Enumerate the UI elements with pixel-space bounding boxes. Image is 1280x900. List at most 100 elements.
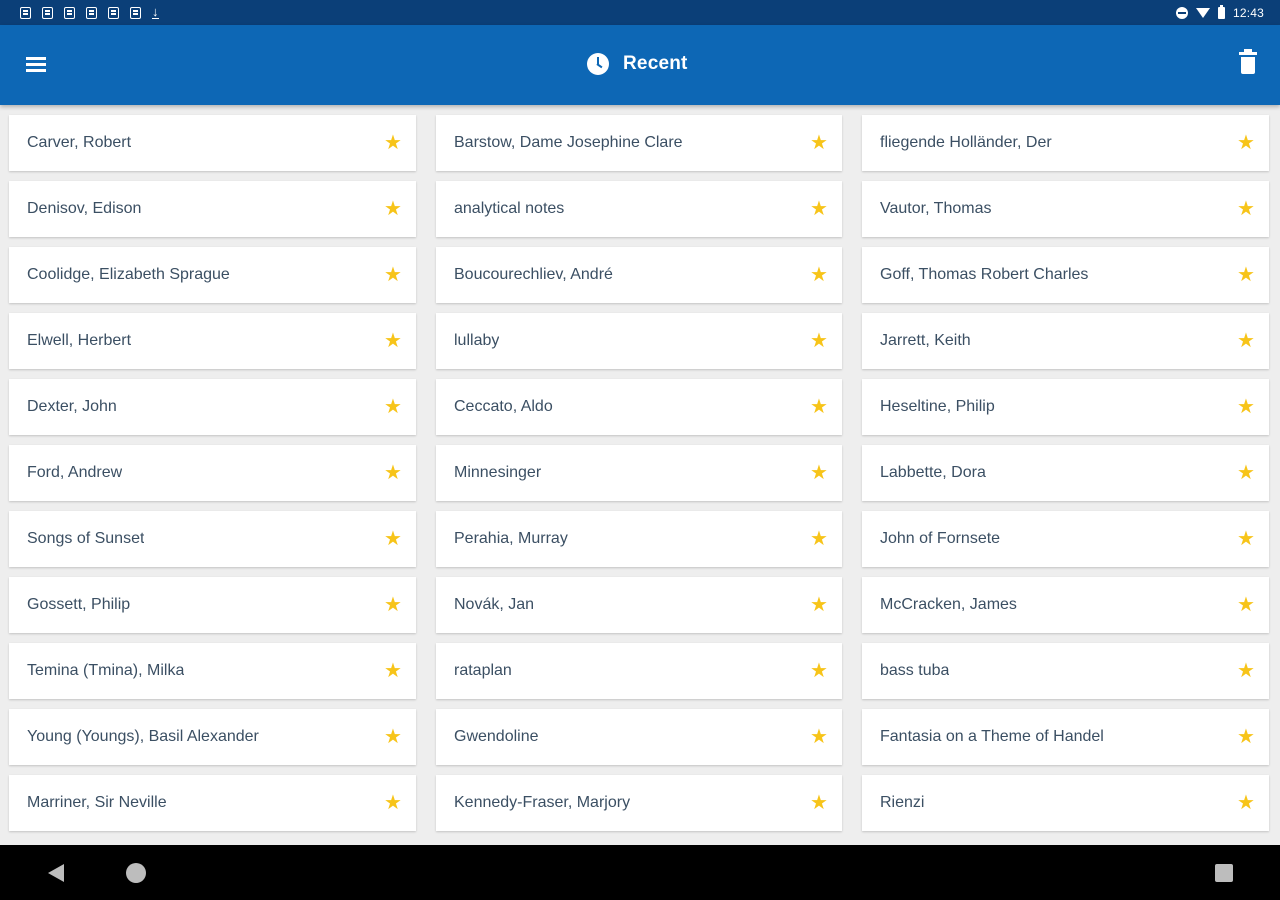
- list-item-label: Ford, Andrew: [27, 464, 123, 481]
- list-item-label: Labbette, Dora: [880, 464, 986, 481]
- favorite-star-icon[interactable]: ★: [1235, 330, 1257, 352]
- back-icon[interactable]: [48, 864, 64, 882]
- list-item[interactable]: Labbette, Dora ★: [862, 445, 1269, 501]
- list-item[interactable]: Fantasia on a Theme of Handel ★: [862, 709, 1269, 765]
- favorite-star-icon[interactable]: ★: [382, 660, 404, 682]
- list-item[interactable]: Vautor, Thomas ★: [862, 181, 1269, 237]
- list-item[interactable]: Gwendoline ★: [436, 709, 842, 765]
- list-item[interactable]: Novák, Jan ★: [436, 577, 842, 633]
- list-item[interactable]: Young (Youngs), Basil Alexander ★: [9, 709, 416, 765]
- favorite-star-icon[interactable]: ★: [1235, 792, 1257, 814]
- list-item-label: Gossett, Philip: [27, 596, 131, 613]
- list-item-label: Marriner, Sir Neville: [27, 794, 167, 811]
- favorite-star-icon[interactable]: ★: [382, 594, 404, 616]
- favorite-star-icon[interactable]: ★: [382, 198, 404, 220]
- list-item-label: lullaby: [454, 332, 500, 349]
- star-icon: ★: [384, 462, 402, 484]
- list-item-label: Novák, Jan: [454, 596, 535, 613]
- list-item[interactable]: Dexter, John ★: [9, 379, 416, 435]
- list-item[interactable]: Songs of Sunset ★: [9, 511, 416, 567]
- recents-icon[interactable]: [1215, 864, 1233, 882]
- favorite-star-icon[interactable]: ★: [808, 594, 830, 616]
- favorite-star-icon[interactable]: ★: [808, 396, 830, 418]
- favorite-star-icon[interactable]: ★: [382, 132, 404, 154]
- home-icon[interactable]: [126, 863, 146, 883]
- favorite-star-icon[interactable]: ★: [1235, 726, 1257, 748]
- list-item[interactable]: Minnesinger ★: [436, 445, 842, 501]
- favorite-star-icon[interactable]: ★: [1235, 396, 1257, 418]
- star-icon: ★: [810, 594, 828, 616]
- list-item[interactable]: lullaby ★: [436, 313, 842, 369]
- star-icon: ★: [1237, 594, 1255, 616]
- list-item[interactable]: Jarrett, Keith ★: [862, 313, 1269, 369]
- list-item-label: Perahia, Murray: [454, 530, 568, 547]
- list-item[interactable]: Carver, Robert ★: [9, 115, 416, 171]
- favorite-star-icon[interactable]: ★: [382, 330, 404, 352]
- favorite-star-icon[interactable]: ★: [382, 792, 404, 814]
- list-item-label: Carver, Robert: [27, 134, 132, 151]
- notification-icon: [108, 6, 119, 19]
- list-item[interactable]: Boucourechliev, André ★: [436, 247, 842, 303]
- favorite-star-icon[interactable]: ★: [808, 726, 830, 748]
- list-item[interactable]: bass tuba ★: [862, 643, 1269, 699]
- list-item[interactable]: Coolidge, Elizabeth Sprague ★: [9, 247, 416, 303]
- favorite-star-icon[interactable]: ★: [808, 198, 830, 220]
- favorite-star-icon[interactable]: ★: [1235, 594, 1257, 616]
- menu-icon[interactable]: [20, 51, 52, 79]
- star-icon: ★: [1237, 660, 1255, 682]
- list-item[interactable]: Barstow, Dame Josephine Clare ★: [436, 115, 842, 171]
- star-icon: ★: [384, 792, 402, 814]
- favorite-star-icon[interactable]: ★: [808, 132, 830, 154]
- favorite-star-icon[interactable]: ★: [1235, 198, 1257, 220]
- favorite-star-icon[interactable]: ★: [1235, 660, 1257, 682]
- favorite-star-icon[interactable]: ★: [1235, 528, 1257, 550]
- list-item[interactable]: Heseltine, Philip ★: [862, 379, 1269, 435]
- list-item[interactable]: Marriner, Sir Neville ★: [9, 775, 416, 831]
- favorite-star-icon[interactable]: ★: [1235, 462, 1257, 484]
- list-item-label: Denisov, Edison: [27, 200, 142, 217]
- favorite-star-icon[interactable]: ★: [382, 264, 404, 286]
- favorite-star-icon[interactable]: ★: [382, 528, 404, 550]
- list-item[interactable]: Perahia, Murray ★: [436, 511, 842, 567]
- star-icon: ★: [810, 264, 828, 286]
- star-icon: ★: [810, 462, 828, 484]
- favorite-star-icon[interactable]: ★: [808, 264, 830, 286]
- list-item[interactable]: McCracken, James ★: [862, 577, 1269, 633]
- favorite-star-icon[interactable]: ★: [808, 792, 830, 814]
- list-item-label: Rienzi: [880, 794, 925, 811]
- star-icon: ★: [1237, 330, 1255, 352]
- favorite-star-icon[interactable]: ★: [808, 330, 830, 352]
- favorite-star-icon[interactable]: ★: [382, 726, 404, 748]
- system-icons: 12:43: [1175, 4, 1264, 20]
- list-item-label: Boucourechliev, André: [454, 266, 613, 283]
- favorite-star-icon[interactable]: ★: [808, 660, 830, 682]
- list-item[interactable]: Ceccato, Aldo ★: [436, 379, 842, 435]
- list-item[interactable]: Goff, Thomas Robert Charles ★: [862, 247, 1269, 303]
- favorite-star-icon[interactable]: ★: [382, 396, 404, 418]
- list-item[interactable]: analytical notes ★: [436, 181, 842, 237]
- list-item[interactable]: Ford, Andrew ★: [9, 445, 416, 501]
- list-item[interactable]: rataplan ★: [436, 643, 842, 699]
- list-item[interactable]: John of Fornsete ★: [862, 511, 1269, 567]
- trash-icon[interactable]: [1236, 49, 1260, 79]
- list-item-label: Temina (Tmina), Milka: [27, 662, 185, 679]
- favorite-star-icon[interactable]: ★: [808, 462, 830, 484]
- star-icon: ★: [1237, 396, 1255, 418]
- star-icon: ★: [384, 594, 402, 616]
- favorite-star-icon[interactable]: ★: [1235, 132, 1257, 154]
- list-item[interactable]: Denisov, Edison ★: [9, 181, 416, 237]
- star-icon: ★: [1237, 462, 1255, 484]
- list-item-label: Vautor, Thomas: [880, 200, 992, 217]
- list-item[interactable]: Kennedy-Fraser, Marjory ★: [436, 775, 842, 831]
- list-item[interactable]: Gossett, Philip ★: [9, 577, 416, 633]
- list-item[interactable]: Temina (Tmina), Milka ★: [9, 643, 416, 699]
- favorite-star-icon[interactable]: ★: [808, 528, 830, 550]
- list-item[interactable]: Elwell, Herbert ★: [9, 313, 416, 369]
- star-icon: ★: [810, 792, 828, 814]
- star-icon: ★: [1237, 726, 1255, 748]
- list-item[interactable]: fliegende Holländer, Der ★: [862, 115, 1269, 171]
- favorite-star-icon[interactable]: ★: [1235, 264, 1257, 286]
- favorite-star-icon[interactable]: ★: [382, 462, 404, 484]
- list-item-label: Goff, Thomas Robert Charles: [880, 266, 1089, 283]
- list-item[interactable]: Rienzi ★: [862, 775, 1269, 831]
